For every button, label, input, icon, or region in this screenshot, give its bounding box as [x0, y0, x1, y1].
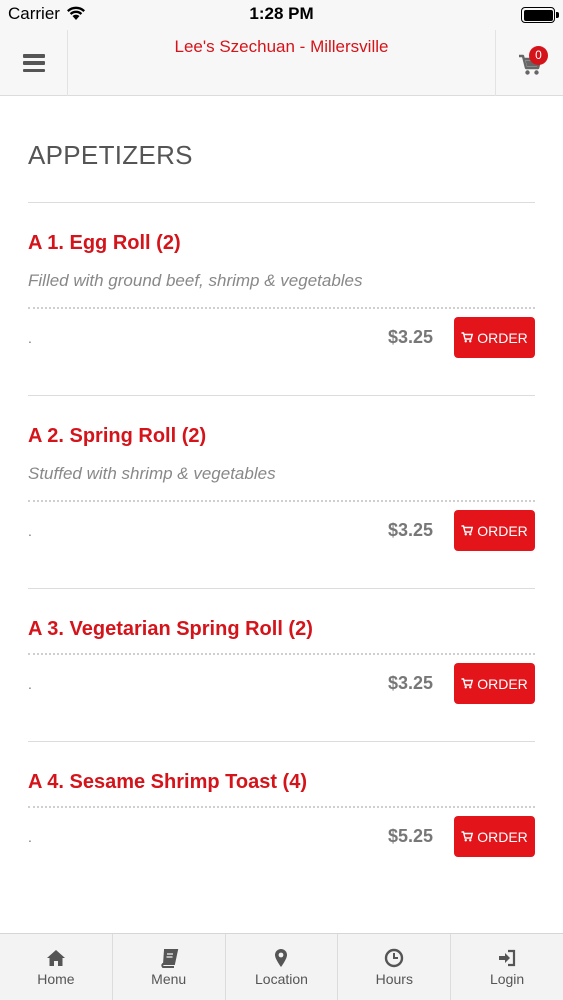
item-description: Stuffed with shrimp & vegetables [28, 464, 276, 483]
item-price: $3.25 [387, 327, 433, 347]
cart-plus-icon [461, 678, 474, 689]
app-screen: Carrier 1:28 PM Lee's Szechuan - Millers… [0, 0, 563, 1000]
item-price: $5.25 [387, 826, 433, 846]
order-button[interactable]: ORDER [454, 663, 535, 704]
status-bar: Carrier 1:28 PM [0, 0, 563, 30]
price-row: . $3.25 ORDER [28, 317, 535, 358]
item-name[interactable]: A 2. Spring Roll (2) [28, 425, 535, 449]
item-name[interactable]: A 3. Vegetarian Spring Roll (2) [28, 618, 535, 642]
cart-plus-icon [461, 831, 474, 842]
section-title: APPETIZERS [28, 140, 193, 170]
tab-hours[interactable]: Hours [338, 934, 452, 1000]
tab-menu[interactable]: Menu [113, 934, 226, 1000]
tab-home[interactable]: Home [0, 934, 113, 1000]
order-button-label: ORDER [477, 522, 528, 539]
hamburger-menu-button[interactable] [0, 30, 68, 96]
tab-label: Login [489, 971, 525, 987]
dotted-divider [28, 653, 535, 655]
order-button-label: ORDER [477, 329, 528, 346]
price-row: . $5.25 ORDER [28, 816, 535, 857]
item-name[interactable]: A 1. Egg Roll (2) [28, 232, 535, 256]
home-icon [46, 950, 65, 966]
cart-count-badge: 0 [529, 46, 548, 65]
order-button-label: ORDER [477, 675, 528, 692]
menu-item: A 2. Spring Roll (2) Stuffed with shrimp… [28, 396, 535, 589]
price-row: . $3.25 ORDER [28, 510, 535, 551]
item-size-label: . [28, 523, 32, 539]
tab-label: Home [37, 971, 75, 987]
order-button[interactable]: ORDER [454, 317, 535, 358]
cart-button[interactable]: 0 [495, 30, 563, 96]
tab-location[interactable]: Location [226, 934, 339, 1000]
order-button-label: ORDER [477, 828, 528, 845]
tab-label: Location [255, 971, 308, 987]
item-size-label: . [28, 330, 32, 346]
item-price: $3.25 [387, 520, 433, 540]
battery-icon [521, 7, 559, 23]
tab-label: Hours [375, 971, 413, 987]
menu-content: APPETIZERS A 1. Egg Roll (2) Filled with… [28, 96, 535, 857]
item-size-label: . [28, 676, 32, 692]
dotted-divider [28, 806, 535, 808]
cart-plus-icon [461, 525, 474, 536]
item-description: Filled with ground beef, shrimp & vegeta… [28, 271, 363, 290]
price-row: . $3.25 ORDER [28, 663, 535, 704]
tab-login[interactable]: Login [451, 934, 563, 1000]
item-name[interactable]: A 4. Sesame Shrimp Toast (4) [28, 771, 535, 795]
order-button[interactable]: ORDER [454, 816, 535, 857]
clock-time: 1:28 PM [249, 4, 314, 23]
tab-label: Menu [151, 971, 187, 987]
cart-plus-icon [461, 332, 474, 343]
menu-item: A 4. Sesame Shrimp Toast (4) . $5.25 ORD… [28, 742, 535, 857]
item-size-label: . [28, 829, 32, 845]
map-marker-icon [275, 949, 288, 967]
dotted-divider [28, 307, 535, 309]
book-icon [161, 949, 178, 968]
app-header: Lee's Szechuan - Millersville 0 [0, 30, 563, 96]
restaurant-title: Lee's Szechuan - Millersville [174, 37, 389, 56]
sign-in-icon [499, 949, 516, 967]
clock-icon [385, 948, 404, 968]
menu-item: A 1. Egg Roll (2) Filled with ground bee… [28, 203, 535, 396]
hamburger-icon [22, 54, 45, 72]
item-price: $3.25 [387, 673, 433, 693]
order-button[interactable]: ORDER [454, 510, 535, 551]
dotted-divider [28, 500, 535, 502]
bottom-tab-bar: Home Menu Location Hours Login [0, 933, 563, 1000]
menu-item: A 3. Vegetarian Spring Roll (2) . $3.25 … [28, 589, 535, 742]
